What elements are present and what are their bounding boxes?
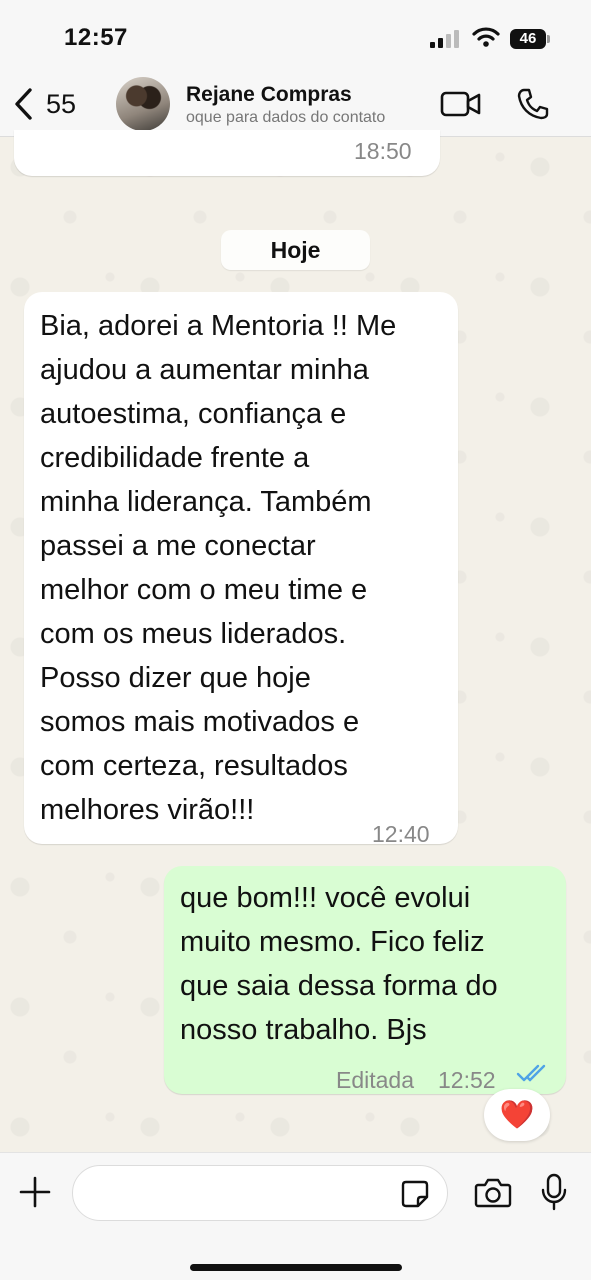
composer-bar bbox=[0, 1152, 591, 1280]
microphone-icon bbox=[541, 1173, 567, 1211]
home-indicator bbox=[190, 1264, 402, 1271]
message-time: 12:52 bbox=[438, 1067, 496, 1093]
heart-reaction[interactable]: ❤️ bbox=[484, 1089, 550, 1141]
incoming-message-bubble[interactable]: Bia, adorei a Mentoria !! Me ajudou a au… bbox=[24, 292, 458, 847]
video-camera-icon bbox=[440, 91, 481, 117]
camera-button[interactable] bbox=[474, 1177, 512, 1214]
camera-icon bbox=[474, 1178, 512, 1208]
unread-count: 55 bbox=[46, 88, 77, 119]
outgoing-message-bubble[interactable]: que bom!!! você evolui muito mesmo. Fico… bbox=[164, 866, 566, 1094]
status-time: 12:57 bbox=[64, 24, 128, 51]
status-bar: 12:57 46 bbox=[0, 0, 591, 72]
contact-subtitle[interactable]: oque para dados do contato bbox=[186, 109, 385, 127]
message-time: 12:40 bbox=[372, 821, 430, 847]
message-input[interactable] bbox=[72, 1165, 448, 1221]
sticker-button[interactable] bbox=[400, 1179, 430, 1214]
contact-name[interactable]: Rejane Compras bbox=[186, 83, 352, 107]
battery-icon: 46 bbox=[510, 29, 550, 49]
microphone-button[interactable] bbox=[540, 1173, 568, 1216]
previous-message-bubble[interactable]: 18:50 bbox=[14, 130, 440, 176]
edited-label: Editada bbox=[336, 1067, 415, 1093]
heart-icon: ❤️ bbox=[499, 1099, 535, 1130]
cellular-signal-icon bbox=[430, 30, 464, 48]
double-check-read-icon bbox=[516, 1064, 546, 1082]
video-call-button[interactable] bbox=[440, 89, 482, 124]
chat-header: 55 Rejane Compras oque para dados do con… bbox=[0, 72, 591, 137]
chevron-left-icon bbox=[15, 88, 32, 120]
message-time: 18:50 bbox=[354, 138, 412, 164]
back-button[interactable]: 55 bbox=[12, 86, 92, 122]
incoming-message-text: Bia, adorei a Mentoria !! Me ajudou a au… bbox=[40, 310, 397, 826]
phone-icon bbox=[517, 88, 549, 120]
wifi-icon bbox=[472, 26, 500, 53]
date-separator: Hoje bbox=[221, 230, 370, 270]
attach-button[interactable] bbox=[18, 1175, 52, 1214]
avatar[interactable] bbox=[116, 77, 170, 131]
sticker-icon bbox=[401, 1180, 429, 1208]
voice-call-button[interactable] bbox=[516, 87, 550, 126]
plus-icon bbox=[19, 1176, 51, 1208]
outgoing-message-text: que bom!!! você evolui muito mesmo. Fico… bbox=[180, 882, 498, 1046]
